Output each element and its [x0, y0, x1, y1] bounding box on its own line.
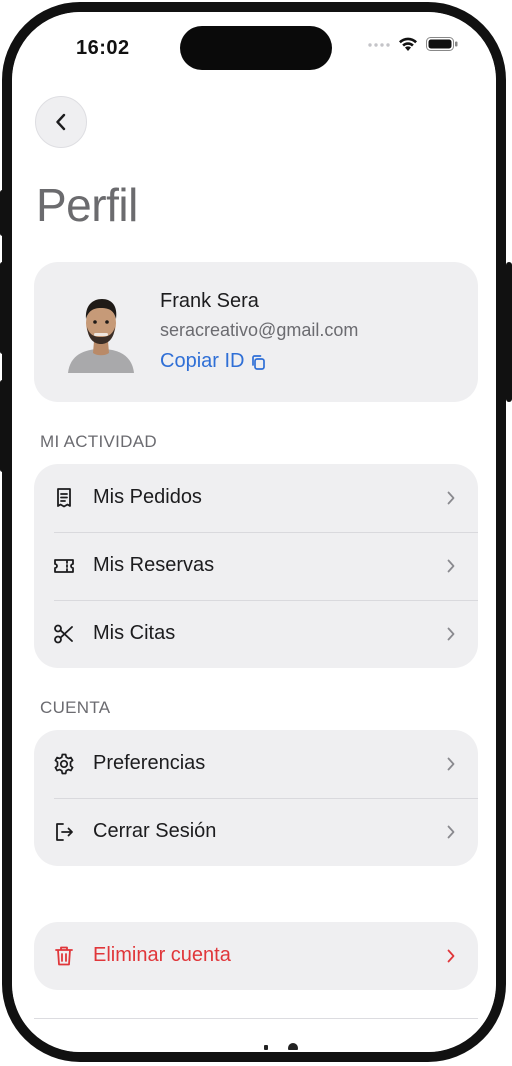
copy-id-label: Copiar ID	[160, 350, 245, 372]
battery-icon	[426, 37, 458, 51]
account-group: Preferencias Cerrar Sesión	[34, 730, 478, 866]
power-button	[506, 262, 512, 402]
menu-item-label: Mis Pedidos	[93, 486, 202, 508]
trash-icon	[55, 946, 73, 966]
avatar	[64, 289, 138, 373]
profile-email: seracreativo@gmail.com	[160, 320, 359, 340]
status-time: 16:02	[76, 37, 130, 59]
menu-item-label: Cerrar Sesión	[93, 820, 217, 842]
menu-item-reservations[interactable]: Mis Reservas	[34, 532, 478, 600]
page-title: Perfil	[36, 179, 138, 231]
receipt-icon	[57, 488, 71, 508]
menu-item-preferences[interactable]: Preferencias	[34, 730, 478, 798]
tab-bar-icon-partial	[264, 1043, 298, 1050]
danger-group: Eliminar cuenta	[34, 922, 478, 990]
status-icons	[368, 36, 458, 52]
chevron-right-icon	[447, 491, 455, 505]
menu-item-orders[interactable]: Mis Pedidos	[34, 464, 478, 532]
dynamic-island	[180, 26, 332, 70]
menu-item-label: Preferencias	[93, 752, 206, 774]
section-label-activity: MI ACTIVIDAD	[40, 432, 157, 451]
delete-account-button[interactable]: Eliminar cuenta	[34, 922, 478, 990]
chevron-right-icon	[447, 757, 455, 771]
menu-item-label: Mis Citas	[93, 622, 176, 644]
chevron-left-icon	[56, 113, 66, 131]
phone-frame: 16:02 Perfil Frank Sera seracreativo@gma…	[2, 2, 506, 1062]
delete-account-label: Eliminar cuenta	[93, 944, 231, 966]
gear-icon	[54, 753, 74, 775]
scissors-icon	[54, 624, 73, 644]
chevron-right-icon	[447, 627, 455, 641]
profile-name: Frank Sera	[160, 290, 259, 312]
copy-id-button[interactable]: Copiar ID	[160, 350, 266, 373]
menu-item-appointments[interactable]: Mis Citas	[34, 600, 478, 668]
back-button[interactable]	[35, 96, 87, 148]
cellular-signal-icon	[368, 43, 390, 47]
profile-card: Frank Sera seracreativo@gmail.com Copiar…	[34, 262, 478, 402]
screen: 16:02 Perfil Frank Sera seracreativo@gma…	[12, 12, 496, 1052]
menu-item-logout[interactable]: Cerrar Sesión	[34, 798, 478, 866]
activity-group: Mis Pedidos Mis Reservas Mis Citas	[34, 464, 478, 668]
bottom-divider	[34, 1018, 478, 1019]
chevron-right-icon	[447, 949, 455, 963]
ticket-icon	[54, 559, 74, 573]
wifi-icon	[399, 37, 417, 51]
copy-icon	[252, 354, 266, 370]
chevron-right-icon	[447, 825, 455, 839]
status-bar: 16:02	[12, 12, 496, 82]
logout-icon	[56, 823, 73, 841]
menu-item-label: Mis Reservas	[93, 554, 215, 576]
chevron-right-icon	[447, 559, 455, 573]
section-label-account: CUENTA	[40, 698, 111, 717]
